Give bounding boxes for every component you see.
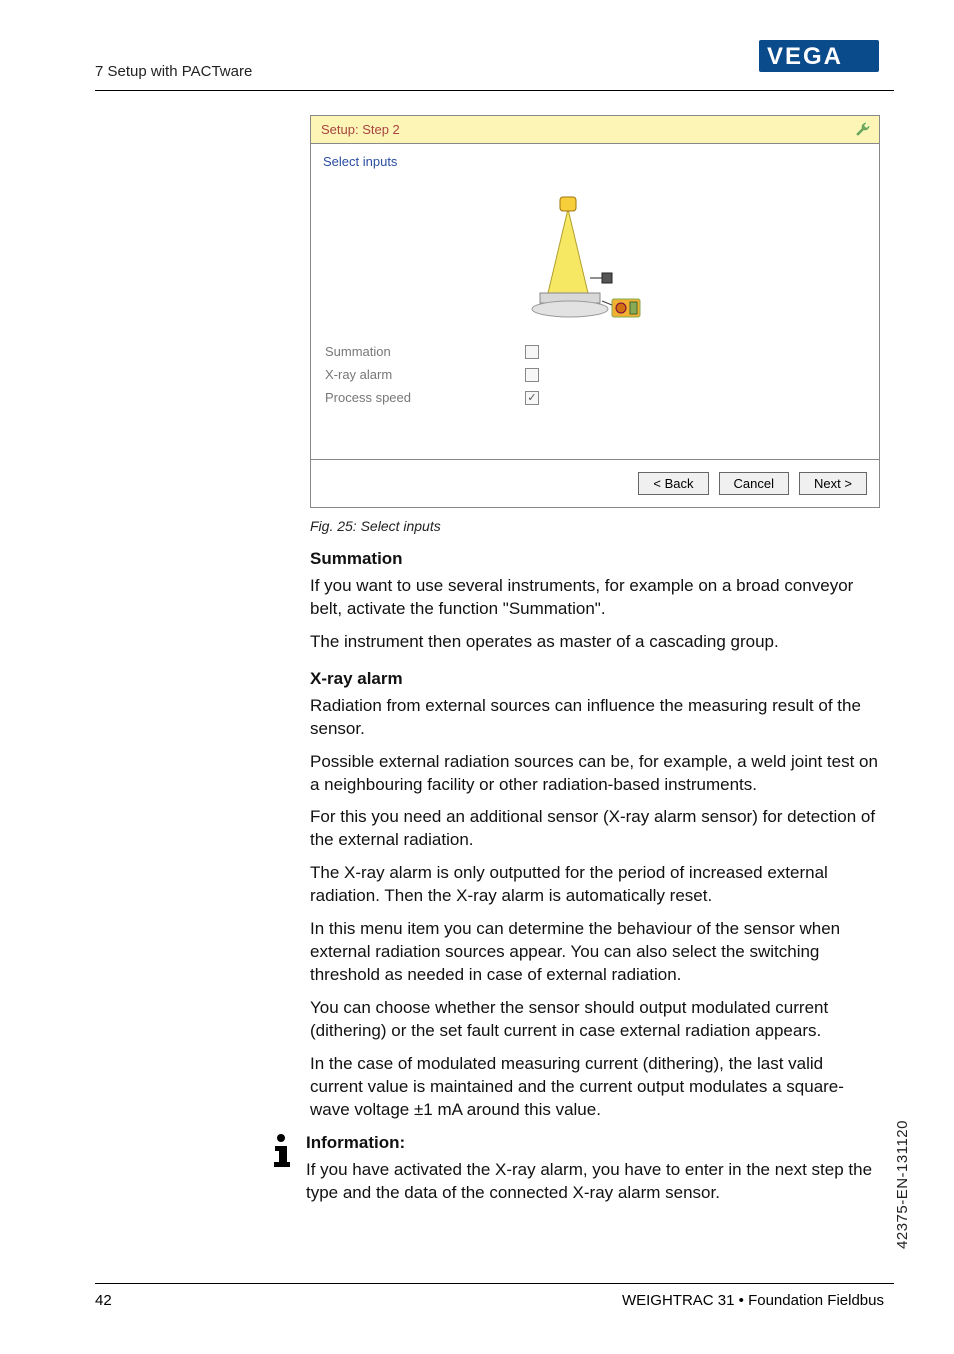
xray-p4: The X-ray alarm is only outputted for th… xyxy=(310,862,880,908)
figure-caption: Fig. 25: Select inputs xyxy=(310,518,880,534)
summation-row: Summation xyxy=(311,340,879,363)
vega-logo: VEGA xyxy=(759,40,879,77)
header-rule xyxy=(95,90,894,91)
summation-checkbox[interactable] xyxy=(525,345,539,359)
cancel-button[interactable]: Cancel xyxy=(719,472,789,495)
speed-checkbox[interactable]: ✓ xyxy=(525,391,539,405)
xray-heading: X-ray alarm xyxy=(310,668,880,691)
summation-label: Summation xyxy=(325,344,525,359)
summation-p2: The instrument then operates as master o… xyxy=(310,631,880,654)
xray-p5: In this menu item you can determine the … xyxy=(310,918,880,987)
footer-rule xyxy=(95,1283,894,1284)
info-icon xyxy=(268,1132,294,1215)
xray-checkbox[interactable] xyxy=(525,368,539,382)
speed-row: Process speed ✓ xyxy=(311,386,879,409)
svg-text:VEGA: VEGA xyxy=(767,43,843,70)
summation-p1: If you want to use several instruments, … xyxy=(310,575,880,621)
body-text: Summation If you want to use several ins… xyxy=(310,548,880,1215)
wrench-icon xyxy=(855,122,871,141)
back-button[interactable]: < Back xyxy=(638,472,708,495)
summation-heading: Summation xyxy=(310,548,880,571)
xray-label: X-ray alarm xyxy=(325,367,525,382)
xray-p1: Radiation from external sources can infl… xyxy=(310,695,880,741)
next-button[interactable]: Next > xyxy=(799,472,867,495)
info-p: If you have activated the X-ray alarm, y… xyxy=(306,1159,880,1205)
xray-row: X-ray alarm xyxy=(311,363,879,386)
inputs-diagram xyxy=(311,173,879,340)
xray-p7: In the case of modulated measuring curre… xyxy=(310,1053,880,1122)
setup-panel: Setup: Step 2 Select inputs xyxy=(310,115,880,508)
info-heading: Information: xyxy=(306,1132,880,1155)
select-inputs-label: Select inputs xyxy=(311,144,879,173)
panel-title: Setup: Step 2 xyxy=(311,116,879,144)
section-heading: 7 Setup with PACTware xyxy=(95,63,252,80)
xray-p3: For this you need an additional sensor (… xyxy=(310,806,880,852)
info-block: Information: If you have activated the X… xyxy=(268,1132,880,1215)
page-number: 42 xyxy=(95,1292,112,1309)
side-doc-code: 42375-EN-131120 xyxy=(894,1120,911,1249)
xray-p6: You can choose whether the sensor should… xyxy=(310,997,880,1043)
panel-button-row: < Back Cancel Next > xyxy=(311,459,879,507)
speed-label: Process speed xyxy=(325,390,525,405)
footer-title: WEIGHTRAC 31 • Foundation Fieldbus xyxy=(622,1292,884,1309)
panel-title-text: Setup: Step 2 xyxy=(321,122,400,137)
xray-p2: Possible external radiation sources can … xyxy=(310,751,880,797)
